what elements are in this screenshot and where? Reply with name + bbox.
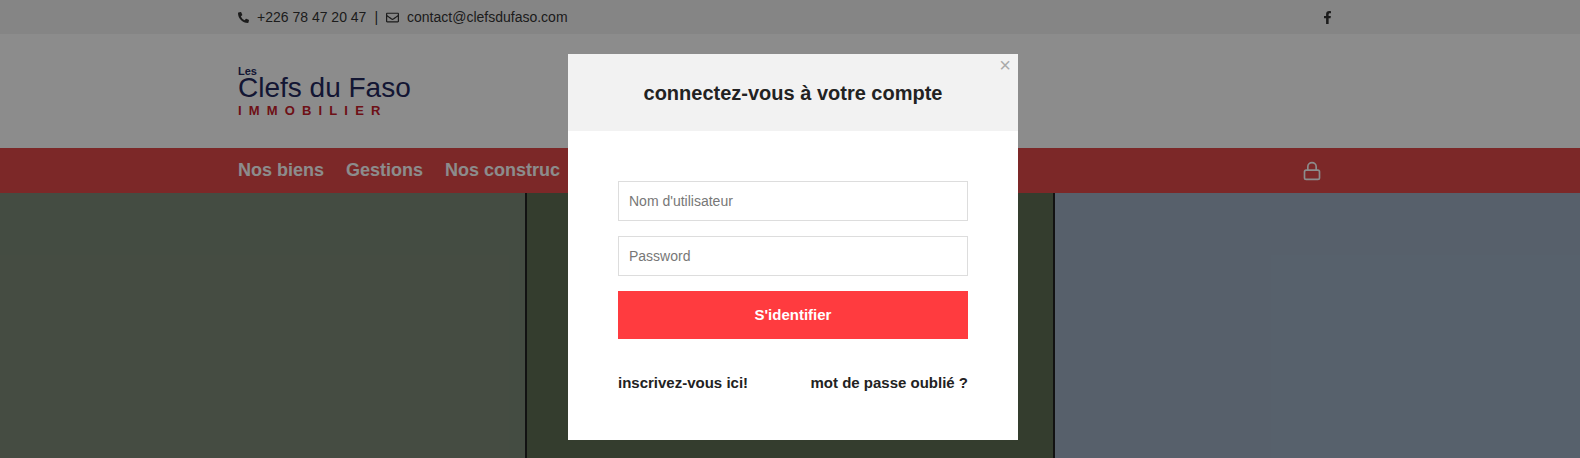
login-input[interactable] [618, 181, 968, 221]
register-link[interactable]: inscrivez-vous ici! [618, 372, 748, 395]
forgot-password-link[interactable]: mot de passe oublié ? [810, 372, 968, 395]
page: +226 78 47 20 47|contact@clefsdufaso.com… [0, 0, 1580, 458]
login-button[interactable]: S'identifier [618, 291, 968, 339]
login-input[interactable] [618, 236, 968, 276]
modal-title: connectez-vous à votre compte [644, 78, 943, 108]
modal-header: connectez-vous à votre compte × [568, 54, 1018, 131]
close-button[interactable]: × [999, 55, 1011, 75]
login-modal: connectez-vous à votre compte × S'identifi… [568, 54, 1018, 440]
